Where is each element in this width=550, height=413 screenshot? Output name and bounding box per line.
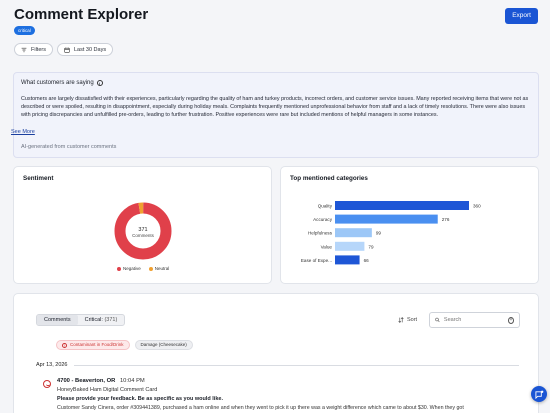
categories-card: Top mentioned categories Quality 360 Accur… [280, 166, 539, 284]
bar-helpfulness[interactable] [335, 228, 372, 238]
summary-text: Customers are largely dissatisfied with … [21, 96, 529, 118]
chat-icon [534, 390, 543, 399]
chip-damage-label: Damage (Cheesecake) [140, 342, 187, 347]
see-more-link[interactable]: See More [11, 129, 35, 135]
bar-category-label: Quality [318, 204, 333, 209]
filter-icon [21, 47, 27, 52]
sad-face-icon [43, 380, 51, 388]
entry-time: 10:04 PM [119, 378, 145, 384]
bar-category-label: Value [321, 244, 333, 249]
date-group-label: Apr 13, 2026 [36, 362, 68, 368]
bar-quality[interactable] [335, 201, 469, 210]
chip-contaminant-label: Contaminant in Food/Drink [70, 342, 124, 347]
entry-location-text: 4700 - Beaverton, OR [57, 378, 116, 384]
ai-note: AI-generated from customer comments [21, 144, 117, 150]
page-title: Comment Explorer [14, 6, 149, 23]
chat-assistant-button[interactable] [531, 386, 547, 402]
calendar-icon [64, 47, 70, 53]
entry-question: Please provide your feedback. Be as spec… [57, 396, 223, 402]
bar-ease-of-expe-[interactable] [335, 255, 360, 265]
sort-label: Sort [407, 317, 418, 323]
bar-value-label: 360 [473, 204, 481, 209]
sentiment-card: Sentiment 371 Comments Negative Neutral [13, 166, 272, 284]
sort-button[interactable]: Sort [398, 317, 417, 323]
chip-damage[interactable]: Damage (Cheesecake) [134, 340, 193, 350]
bar-value-label: 99 [376, 231, 382, 236]
entry-body: Customer Sandy Cinera, order #309441389,… [57, 405, 464, 411]
legend-negative: Negative [117, 266, 141, 271]
comment-tabs: Comments Critical: (371) [36, 314, 126, 326]
bar-category-label: Helpfulness [308, 231, 333, 236]
legend-neutral-label: Neutral [154, 266, 170, 271]
tab-critical-count: (371) [104, 317, 118, 323]
bar-value-label: 66 [364, 258, 370, 263]
info-icon[interactable]: i [96, 80, 103, 86]
date-range-button[interactable]: Last 30 Days [56, 43, 114, 56]
tab-comments[interactable]: Comments [37, 315, 78, 325]
filters-label: Filters [31, 46, 46, 53]
sentiment-legend: Negative Neutral [117, 266, 169, 271]
alert-icon: ! [62, 342, 67, 348]
bar-accuracy[interactable] [335, 214, 438, 224]
entry-location: 4700 - Beaverton, OR 10:04 PM [57, 378, 145, 384]
bar-value-label: 276 [442, 217, 450, 222]
legend-negative-label: Negative [123, 266, 141, 271]
search-box: × [429, 312, 520, 328]
bar-category-label: Ease of Expe... [301, 258, 332, 263]
status-badge[interactable]: critical [14, 26, 35, 35]
sort-icon [398, 317, 404, 323]
categories-bar-chart: Quality 360 Accuracy 276 Helpfulness 99 Value 7… [301, 201, 481, 265]
comments-panel: Comments Critical: (371) Sort × ! Contam… [13, 293, 539, 413]
tab-critical[interactable]: Critical: (371) [78, 315, 125, 325]
date-range-label: Last 30 Days [73, 46, 107, 53]
filters-button[interactable]: Filters [14, 43, 53, 56]
export-button[interactable]: Export [505, 8, 538, 24]
tag-chips: ! Contaminant in Food/Drink Damage (Chee… [56, 340, 193, 350]
bar-value-label: 79 [368, 244, 374, 249]
summary-heading-text: What customers are saying [21, 80, 94, 86]
chip-contaminant[interactable]: ! Contaminant in Food/Drink [56, 340, 130, 350]
clear-search-icon[interactable]: × [507, 316, 514, 324]
summary-panel: What customers are saying i Customers ar… [13, 72, 539, 158]
donut-center: 371 Comments [130, 227, 156, 238]
bar-category-label: Accuracy [313, 217, 333, 222]
bar-value[interactable] [335, 241, 365, 251]
legend-neutral: Neutral [148, 266, 170, 271]
search-icon [435, 317, 440, 323]
summary-heading: What customers are saying i [21, 80, 103, 86]
donut-total-label: Comments [132, 233, 154, 238]
date-divider [74, 365, 519, 366]
entry-card-source: HoneyBaked Ham Digital Comment Card [57, 387, 158, 393]
filter-row: Filters Last 30 Days [14, 43, 114, 56]
search-input[interactable] [443, 317, 504, 323]
tab-critical-label: Critical: [84, 317, 103, 323]
